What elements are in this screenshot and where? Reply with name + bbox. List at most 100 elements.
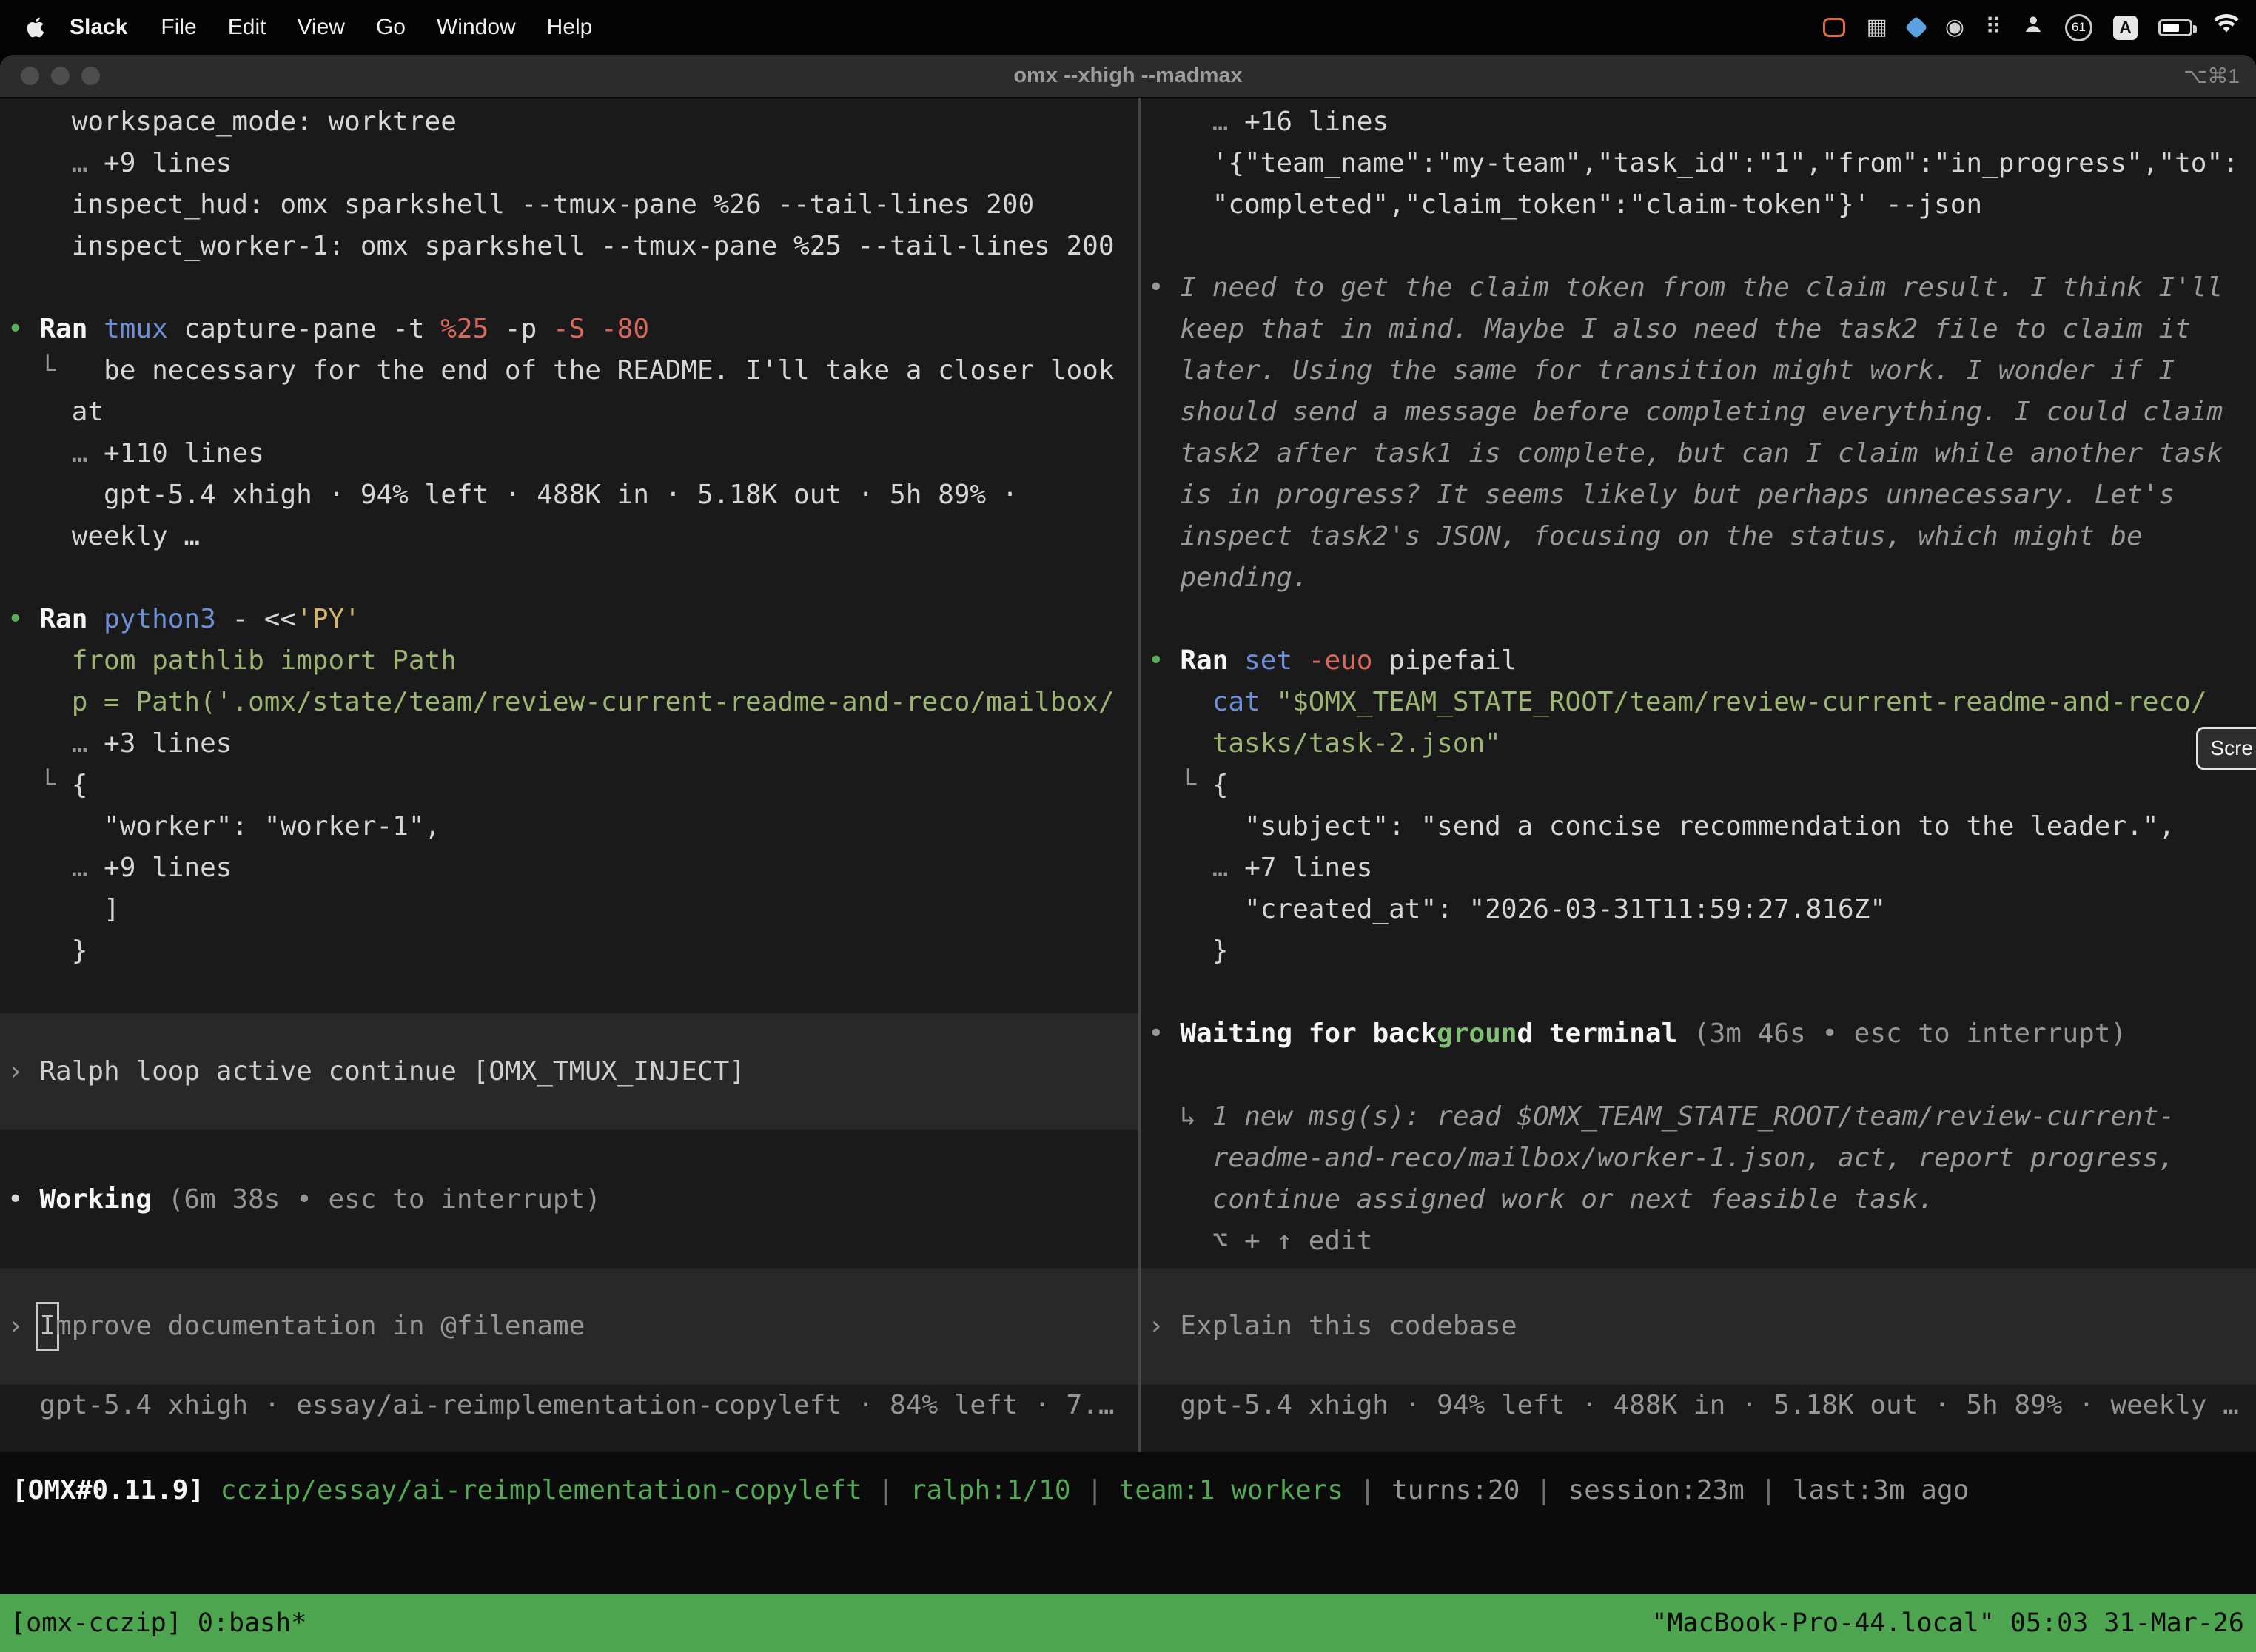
- text-segment: -S -80: [553, 314, 649, 344]
- window-titlebar[interactable]: omx --xhigh --madmax ⌥⌘1: [0, 55, 2256, 98]
- text-segment: Explain this codebase: [1180, 1306, 1517, 1347]
- text-segment: gpt-5.4 xhigh · essay/ai-reimplementatio…: [7, 1390, 1115, 1420]
- terminal-line: └ {: [7, 765, 1131, 806]
- text-segment: [OMX#0.11.9]: [12, 1475, 204, 1505]
- terminal-line: cat "$OMX_TEAM_STATE_ROOT/team/review-cu…: [1148, 682, 2249, 723]
- terminal-line: [7, 972, 1131, 1013]
- text-segment: workspace_mode: worktree: [7, 107, 457, 137]
- menu-go[interactable]: Go: [360, 15, 421, 40]
- text-segment: |: [862, 1475, 910, 1505]
- terminal-line: inspect task2's JSON, focusing on the st…: [1148, 516, 2249, 557]
- text-segment: Ran: [39, 314, 104, 344]
- terminal-line: [7, 557, 1131, 599]
- menu-file[interactable]: File: [145, 15, 212, 40]
- text-segment: inspect_worker-1: omx sparkshell --tmux-…: [7, 231, 1115, 261]
- text-segment: [1148, 1101, 1180, 1132]
- text-segment: [204, 1475, 221, 1505]
- text-segment: …: [72, 438, 104, 469]
- text-segment: [7, 355, 39, 386]
- text-segment: groun: [1437, 1018, 1517, 1049]
- text-segment: d terminal: [1517, 1018, 1693, 1049]
- terminal-line: '{"team_name":"my-team","task_id":"1","f…: [1148, 143, 2249, 184]
- text-segment: ›: [7, 1306, 39, 1347]
- menu-view[interactable]: View: [281, 15, 360, 40]
- terminal-line: keep that in mind. Maybe I also need the…: [1148, 309, 2249, 350]
- prompt-input-row[interactable]: › Improve documentation in @filename: [0, 1268, 1138, 1385]
- text-segment: set: [1244, 645, 1309, 676]
- text-segment: Waiting for back: [1180, 1018, 1437, 1049]
- screen-mirroring-icon[interactable]: ⠿: [1985, 16, 2001, 38]
- text-segment: -euo: [1309, 645, 1389, 676]
- terminal-line: [1148, 599, 2249, 640]
- menu-window[interactable]: Window: [421, 15, 531, 40]
- window-title: omx --xhigh --madmax: [0, 64, 2256, 88]
- text-segment: └: [1180, 770, 1212, 800]
- text-segment: should send a message before completing …: [1148, 397, 2223, 427]
- terminal-window: omx --xhigh --madmax ⌥⌘1 workspace_mode:…: [0, 55, 2256, 1652]
- desktop: { "menu_bar": { "app_name": "Slack", "me…: [0, 0, 2256, 1652]
- text-segment: p = Path('.omx/state/team/review-current…: [7, 687, 1115, 717]
- bottom-status-area: [OMX#0.11.9] cczip/essay/ai-reimplementa…: [0, 1452, 2256, 1652]
- close-button[interactable]: [21, 67, 39, 85]
- text-segment: }: [7, 936, 87, 966]
- menu-edit[interactable]: Edit: [212, 15, 282, 40]
- text-segment: +9 lines: [104, 853, 232, 883]
- tmux-status-bar: [omx-cczip] 0:bash* "MacBook-Pro-44.loca…: [0, 1594, 2256, 1652]
- terminal-line: [1148, 1055, 2249, 1096]
- text-segment: [1148, 107, 1212, 137]
- battery-icon[interactable]: [2158, 19, 2192, 36]
- text-segment: [7, 438, 72, 469]
- keyboard-icon[interactable]: ▦: [1866, 16, 1887, 38]
- text-segment: keep that in mind. Maybe I also need the…: [1148, 314, 2191, 344]
- text-segment: [1148, 687, 1212, 717]
- terminal-line: "created_at": "2026-03-31T11:59:27.816Z": [1148, 889, 2249, 930]
- text-segment: mprove documentation in @filename: [56, 1306, 585, 1347]
- tmux-pane-right[interactable]: … +16 lines '{"team_name":"my-team","tas…: [1141, 98, 2256, 1452]
- text-segment: -p: [505, 314, 553, 344]
- battery-percent-badge[interactable]: 61: [2065, 14, 2092, 41]
- wifi-icon[interactable]: [2213, 14, 2240, 41]
- app-menu-slack[interactable]: Slack: [52, 15, 145, 40]
- text-segment: %25: [440, 314, 505, 344]
- terminal-line: is in progress? It seems likely but perh…: [1148, 474, 2249, 516]
- text-segment: inspect_hud: omx sparkshell --tmux-pane …: [7, 189, 1034, 220]
- user-icon[interactable]: [2022, 13, 2044, 41]
- screen-recording-indicator-icon[interactable]: [1823, 18, 1845, 37]
- text-segment: capture-pane -t: [184, 314, 440, 344]
- terminal-line: workspace_mode: worktree: [7, 101, 1131, 143]
- screen-capture-overlay[interactable]: Scre: [2196, 727, 2256, 770]
- input-source-icon[interactable]: A: [2113, 16, 2138, 40]
- zoom-button[interactable]: [81, 67, 100, 85]
- battery-fill: [2163, 24, 2179, 32]
- terminal-line: gpt-5.4 xhigh · 94% left · 488K in · 5.1…: [7, 474, 1131, 516]
- minimize-button[interactable]: [51, 67, 70, 85]
- terminal-line: [7, 1220, 1131, 1262]
- terminal-line: … +9 lines: [7, 143, 1131, 184]
- terminal-line: • Ran tmux capture-pane -t %25 -p -S -80: [7, 309, 1131, 350]
- terminal-line: [1148, 972, 2249, 1013]
- text-segment: weekly …: [7, 521, 200, 551]
- prompt-input-row[interactable]: › Explain this codebase: [1141, 1268, 2256, 1385]
- text-segment: pipefail: [1389, 645, 1517, 676]
- terminal-line: should send a message before completing …: [1148, 392, 2249, 433]
- blue-app-icon[interactable]: [1904, 16, 1927, 38]
- text-segment: •: [7, 1184, 39, 1215]
- tmux-pane-left[interactable]: workspace_mode: worktree … +9 lines insp…: [0, 98, 1138, 1452]
- terminal-line: pending.: [1148, 557, 2249, 599]
- terminal-line: ⌥ + ↑ edit: [1148, 1220, 2249, 1262]
- text-segment: pending.: [1148, 563, 1309, 593]
- text-segment: '{"team_name":"my-team","task_id":"1","f…: [1148, 148, 2239, 178]
- terminal-line: }: [7, 930, 1131, 972]
- text-segment: (3m 46s • esc to interrupt): [1693, 1018, 2126, 1049]
- text-segment: +16 lines: [1244, 107, 1389, 137]
- menu-help[interactable]: Help: [531, 15, 608, 40]
- terminal-line: … +9 lines: [7, 847, 1131, 889]
- apple-menu-icon[interactable]: [19, 16, 52, 39]
- text-segment: …: [1212, 853, 1244, 883]
- text-segment: ›: [1148, 1306, 1180, 1347]
- dark-app-icon[interactable]: ◉: [1945, 16, 1964, 38]
- text-segment: +110 lines: [104, 438, 264, 469]
- terminal-line: ]: [7, 889, 1131, 930]
- text-segment: [1148, 853, 1212, 883]
- terminal-line: • Working (6m 38s • esc to interrupt): [7, 1179, 1131, 1220]
